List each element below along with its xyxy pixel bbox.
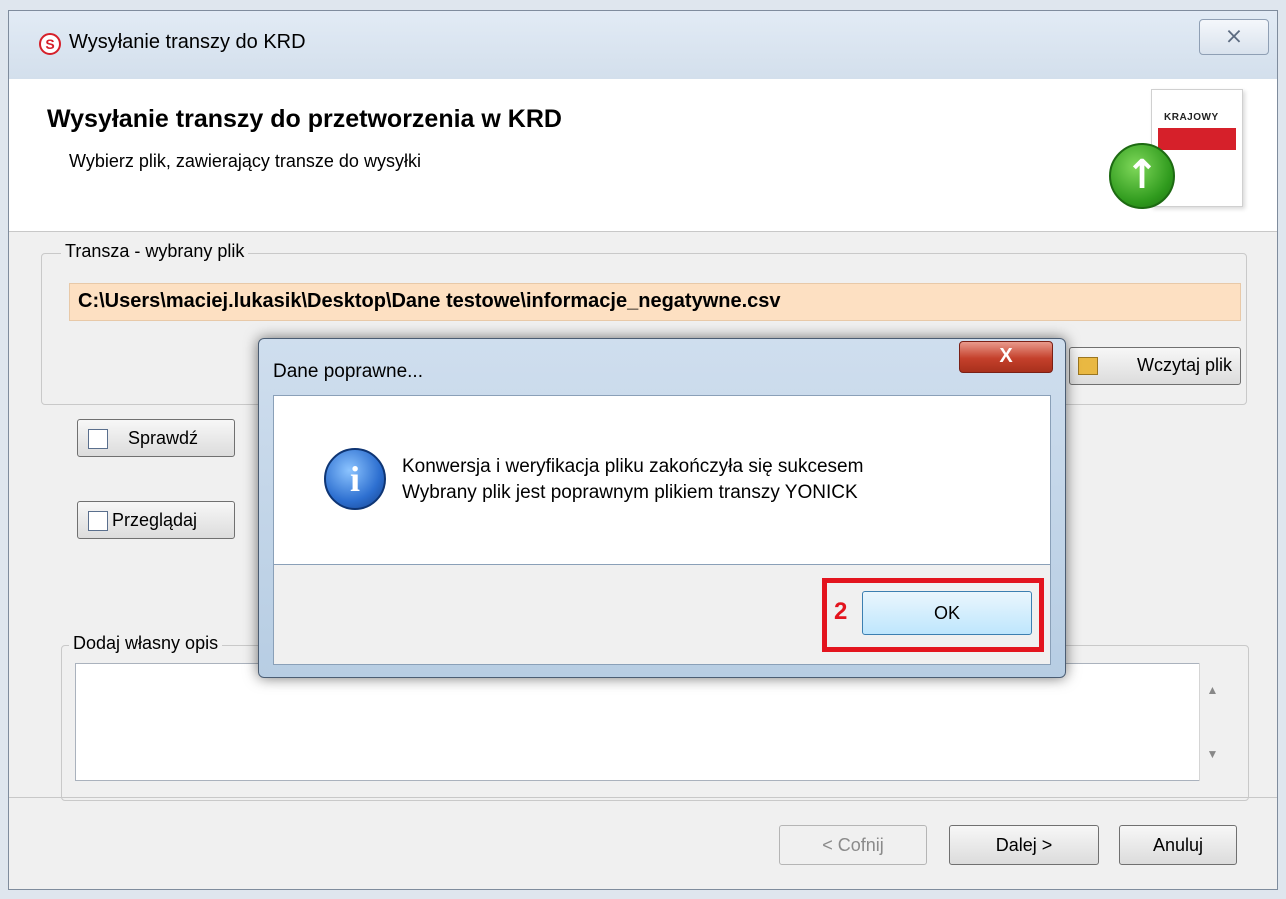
dialog-message-line2: Wybrany plik jest poprawnym plikiem tran… — [402, 482, 858, 503]
file-groupbox-label: Transza - wybrany plik — [61, 241, 249, 262]
dialog-message-line1: Konwersja i weryfikacja pliku zakończyła… — [402, 456, 864, 477]
dialog-close-button[interactable]: X — [959, 341, 1053, 373]
title-bar: S Wysyłanie transzy do KRD ⨯ — [9, 11, 1277, 79]
scroll-up-icon[interactable]: ▲ — [1200, 683, 1225, 697]
browse-button-label: Przeglądaj — [112, 510, 198, 530]
krd-document-label: KRAJOWY — [1164, 112, 1219, 123]
description-groupbox-label: Dodaj własny opis — [69, 633, 223, 654]
description-scrollbar[interactable]: ▲ ▼ — [1199, 663, 1225, 781]
footer-divider — [9, 797, 1277, 798]
step-highlight-box — [822, 578, 1044, 652]
file-path-field[interactable]: C:\Users\maciej.lukasik\Desktop\Dane tes… — [69, 283, 1241, 321]
browse-edit-icon — [88, 511, 108, 531]
upload-arrow-icon: ↑ — [1109, 143, 1175, 209]
info-icon: i — [324, 448, 386, 510]
next-button[interactable]: Dalej > — [949, 825, 1099, 865]
dialog-title: Dane poprawne... — [273, 361, 423, 382]
browse-button[interactable]: Przeglądaj — [77, 501, 235, 539]
check-button-label: Sprawdź — [128, 428, 199, 448]
check-document-icon — [88, 429, 108, 449]
cancel-button[interactable]: Anuluj — [1119, 825, 1237, 865]
krd-document-band — [1158, 128, 1236, 150]
folder-open-icon — [1078, 357, 1098, 375]
step-number-label: 2 — [834, 598, 848, 625]
load-file-label: Wczytaj plik — [1136, 355, 1232, 375]
dialog-body: i Konwersja i weryfikacja pliku zakończy… — [273, 395, 1051, 565]
scroll-down-icon[interactable]: ▼ — [1200, 747, 1225, 761]
page-subtitle: Wybierz plik, zawierający transze do wys… — [69, 151, 421, 171]
page-title: Wysyłanie transzy do przetworzenia w KRD — [47, 105, 562, 133]
load-file-button[interactable]: Wczytaj plik — [1069, 347, 1241, 385]
krd-logo-icon: S — [39, 33, 61, 55]
window-close-button[interactable]: ⨯ — [1199, 19, 1269, 55]
wizard-header: Wysyłanie transzy do przetworzenia w KRD… — [9, 79, 1277, 232]
check-button[interactable]: Sprawdź — [77, 419, 235, 457]
description-textarea[interactable] — [75, 663, 1225, 781]
back-button[interactable]: < Cofnij — [779, 825, 927, 865]
window-title: Wysyłanie transzy do KRD — [69, 31, 306, 53]
